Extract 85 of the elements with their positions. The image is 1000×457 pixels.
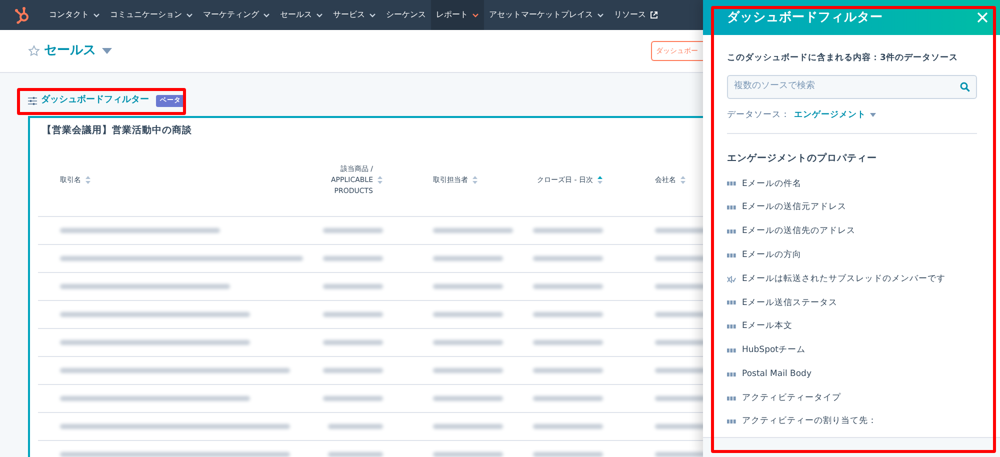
text-type-icon	[727, 300, 736, 306]
boolean-type-icon	[727, 276, 736, 283]
property-item[interactable]: HubSpotチーム	[742, 344, 806, 357]
sprocket-logo-icon[interactable]	[14, 6, 30, 24]
redacted-text	[433, 340, 503, 345]
panel-title: ダッシュボードフィルター	[727, 8, 883, 26]
redacted-text	[533, 424, 603, 429]
redacted-text	[433, 256, 503, 261]
caret-icon	[93, 12, 100, 18]
text-type-icon	[727, 396, 736, 401]
property-item[interactable]: Eメールの件名	[742, 178, 802, 190]
text-type-icon	[727, 252, 736, 258]
close-icon[interactable]	[977, 12, 988, 23]
redacted-text	[533, 228, 603, 233]
redacted-text	[533, 452, 603, 457]
redacted-text	[323, 312, 383, 317]
property-item[interactable]: アクティビティータイプ	[742, 392, 841, 404]
redacted-text	[323, 284, 383, 289]
nav-item[interactable]: リソース	[609, 0, 663, 30]
nav-item[interactable]: コミュニケーション	[105, 0, 198, 30]
property-item[interactable]: Postal Mail Body	[742, 368, 812, 381]
sort-icon[interactable]	[597, 175, 603, 185]
search-input[interactable]: 複数のソースで検索	[734, 80, 934, 94]
nav-item[interactable]: サービス	[328, 0, 381, 30]
property-item[interactable]: Eメール送信ステータス	[742, 296, 838, 310]
external-link-icon	[650, 11, 658, 19]
redacted-text	[433, 312, 503, 317]
property-item[interactable]: Eメールの送信元アドレス	[742, 201, 846, 214]
property-item[interactable]: Eメールは転送されたサブスレッドのメンバーです	[742, 272, 946, 286]
redacted-text	[433, 284, 503, 289]
redacted-text	[533, 396, 603, 401]
property-item[interactable]: Eメール本文	[742, 320, 792, 334]
sort-icon[interactable]	[85, 175, 91, 185]
text-type-icon	[727, 205, 736, 210]
redacted-text	[323, 368, 383, 373]
redacted-text	[533, 368, 603, 373]
nav-item[interactable]: レポート	[431, 0, 484, 30]
redacted-text	[323, 396, 383, 401]
nav-item[interactable]: コンタクト	[44, 0, 105, 30]
text-type-icon	[727, 228, 736, 234]
nav-item[interactable]: アセットマーケットプレイス	[484, 0, 609, 30]
report-title: 【営業会議用】営業活動中の商談	[41, 124, 193, 138]
text-type-icon	[727, 181, 736, 186]
search-icon[interactable]	[960, 82, 970, 92]
redacted-text	[323, 340, 383, 345]
property-item[interactable]: アクティビティーの割り当て先：	[742, 415, 877, 428]
text-type-icon	[727, 419, 736, 424]
text-type-icon	[727, 348, 736, 353]
caret-icon	[369, 12, 376, 18]
caret-icon	[472, 12, 479, 18]
sort-icon[interactable]	[472, 175, 478, 185]
redacted-text	[533, 312, 603, 317]
nav-item[interactable]: マーケティング	[198, 0, 275, 30]
redacted-text	[328, 424, 383, 429]
redacted-text	[533, 284, 603, 289]
caret-icon[interactable]	[102, 48, 112, 54]
caret-icon	[263, 12, 270, 18]
caret-icon	[186, 12, 193, 18]
redacted-text	[323, 256, 383, 261]
sort-icon[interactable]	[377, 175, 383, 185]
nav-item[interactable]: セールス	[275, 0, 328, 30]
caret-icon	[597, 12, 604, 18]
star-icon[interactable]	[28, 45, 40, 57]
text-type-icon	[727, 324, 736, 330]
filter-sliders-icon	[28, 97, 37, 105]
property-item[interactable]: Eメールの送信先のアドレス	[742, 225, 856, 238]
redacted-text	[433, 368, 503, 373]
text-type-icon	[727, 372, 736, 377]
redacted-text	[433, 452, 503, 457]
property-item[interactable]: Eメールの方向	[742, 248, 802, 262]
caret-icon	[316, 12, 323, 18]
dashboard-title[interactable]: セールス	[44, 41, 96, 61]
data-source-summary: このダッシュボードに含まれる内容：3件のデータソース	[727, 52, 958, 64]
redacted-text	[533, 256, 603, 261]
redacted-text	[328, 452, 383, 457]
redacted-text	[433, 396, 503, 401]
nav-item[interactable]: シーケンス	[381, 0, 431, 30]
data-source-label: データソース：	[727, 109, 790, 122]
redacted-text	[533, 340, 603, 345]
search-field[interactable]: 複数のソースで検索	[727, 75, 977, 99]
data-source-dropdown[interactable]: エンゲージメント	[794, 109, 876, 122]
section-title: エンゲージメントのプロパティー	[727, 152, 878, 166]
sort-icon[interactable]	[680, 175, 686, 185]
redacted-text	[323, 228, 383, 233]
redacted-text	[433, 424, 503, 429]
